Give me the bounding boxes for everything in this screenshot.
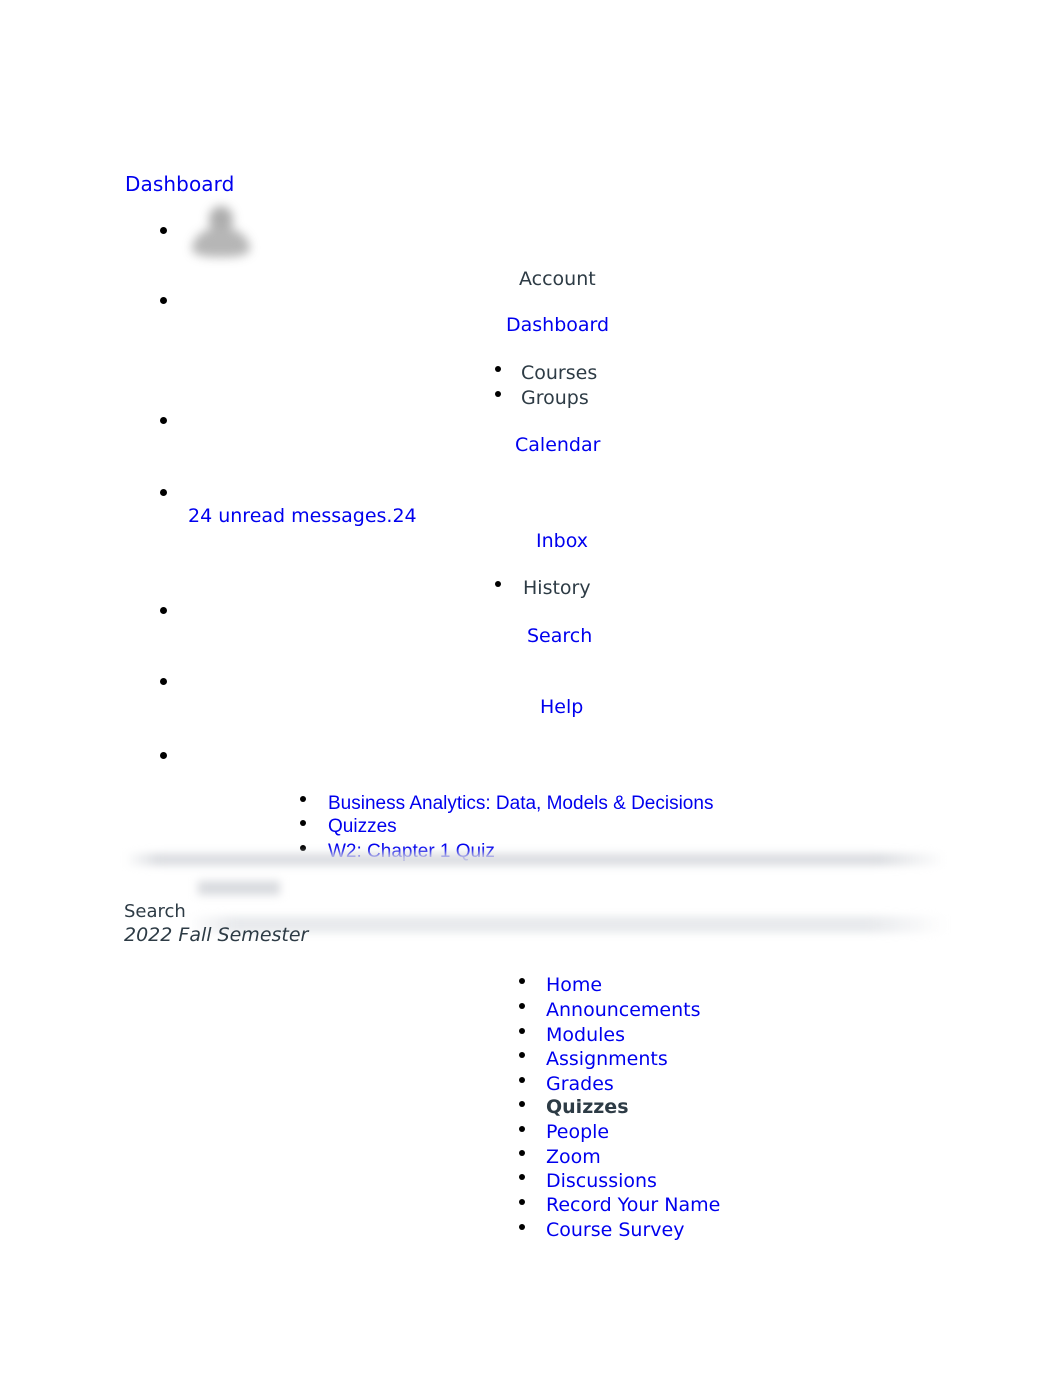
search-label: Search (124, 901, 186, 922)
course-nav-item-course-survey[interactable]: Course Survey (546, 1219, 684, 1241)
redacted-bar (198, 881, 280, 895)
list-bullet (519, 1199, 525, 1205)
course-nav-item-discussions[interactable]: Discussions (546, 1170, 657, 1192)
global-nav-account-label: Account (519, 268, 596, 290)
list-bullet (160, 297, 167, 304)
list-bullet (519, 1003, 525, 1009)
list-bullet (160, 489, 167, 496)
course-nav-item-record-your-name[interactable]: Record Your Name (546, 1194, 720, 1216)
course-nav-item-grades[interactable]: Grades (546, 1073, 614, 1095)
list-bullet (519, 1077, 525, 1083)
list-bullet (160, 678, 167, 685)
list-bullet (519, 1052, 525, 1058)
list-bullet (160, 417, 167, 424)
course-nav-item-announcements[interactable]: Announcements (546, 999, 701, 1021)
global-nav-search-link[interactable]: Search (527, 625, 592, 647)
course-nav-item-modules[interactable]: Modules (546, 1024, 625, 1046)
list-bullet (300, 820, 306, 826)
dashboard-top-link[interactable]: Dashboard (125, 172, 234, 196)
list-bullet (519, 1224, 525, 1230)
list-bullet (519, 1101, 525, 1107)
course-nav-item-home[interactable]: Home (546, 974, 602, 996)
course-nav-item-assignments[interactable]: Assignments (546, 1048, 668, 1070)
global-nav-groups-label[interactable]: Groups (521, 387, 589, 409)
redacted-bar (125, 853, 945, 866)
list-bullet (300, 845, 306, 851)
course-nav-item-zoom[interactable]: Zoom (546, 1146, 601, 1168)
list-bullet (160, 607, 167, 614)
list-bullet (519, 978, 525, 984)
list-bullet (519, 1174, 525, 1180)
global-nav-courses-label[interactable]: Courses (521, 362, 597, 384)
breadcrumb-item-quizzes[interactable]: Quizzes (328, 816, 397, 838)
user-avatar-placeholder-icon (186, 202, 256, 264)
global-nav-history-label[interactable]: History (523, 577, 591, 599)
list-bullet (300, 796, 306, 802)
list-bullet (160, 752, 167, 759)
list-bullet (495, 391, 501, 397)
global-nav-help-link[interactable]: Help (540, 696, 583, 718)
breadcrumb-item-course[interactable]: Business Analytics: Data, Models & Decis… (328, 793, 713, 815)
list-bullet (495, 366, 501, 372)
global-nav-calendar-link[interactable]: Calendar (515, 434, 600, 456)
global-nav-inbox-link[interactable]: Inbox (536, 530, 588, 552)
global-nav-dashboard-link[interactable]: Dashboard (506, 314, 609, 336)
list-bullet (519, 1150, 525, 1156)
course-nav-item-people[interactable]: People (546, 1121, 609, 1143)
course-nav-item-quizzes[interactable]: Quizzes (546, 1096, 629, 1118)
list-bullet (519, 1028, 525, 1034)
list-bullet (495, 581, 501, 587)
list-bullet (519, 1126, 525, 1132)
unread-messages-badge[interactable]: 24 unread messages.24 (188, 505, 417, 527)
list-bullet (160, 227, 167, 234)
semester-label: 2022 Fall Semester (124, 924, 309, 946)
